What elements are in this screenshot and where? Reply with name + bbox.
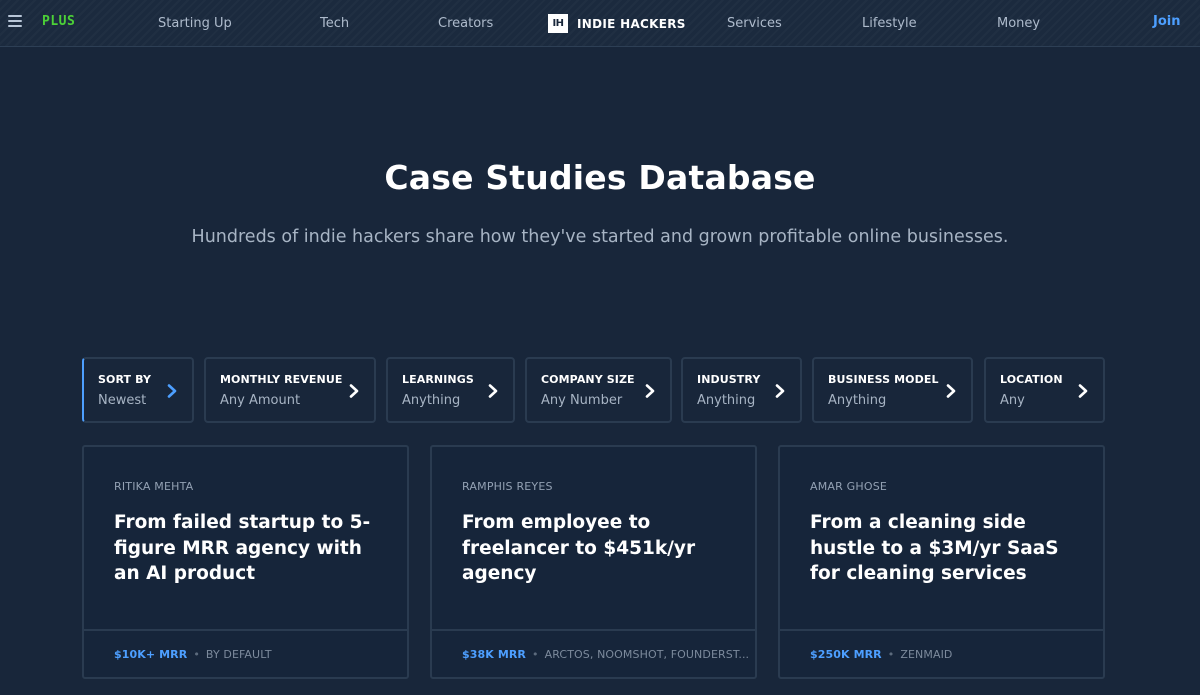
card-title[interactable]: From a cleaning side hustle to a $3M/yr … — [810, 510, 1085, 587]
card-title[interactable]: From employee to freelancer to $451k/yr … — [462, 510, 737, 587]
filter-label: LOCATION — [1000, 373, 1063, 386]
company-name[interactable]: BY DEFAULT — [206, 648, 272, 661]
filter-label: MONTHLY REVENUE — [220, 373, 343, 386]
card-author: RITIKA MEHTA — [114, 480, 194, 493]
filter-label: SORT BY — [98, 373, 152, 386]
filter-location[interactable]: LOCATION Any — [984, 357, 1105, 423]
filter-label: LEARNINGS — [402, 373, 474, 386]
filter-business-model[interactable]: BUSINESS MODEL Anything — [812, 357, 973, 423]
card-author: RAMPHIS REYES — [462, 480, 553, 493]
case-study-card[interactable]: AMAR GHOSE From a cleaning side hustle t… — [778, 445, 1105, 679]
chevron-right-icon — [775, 384, 785, 398]
filter-company-size[interactable]: COMPANY SIZE Any Number — [525, 357, 672, 423]
separator-dot: • — [193, 648, 200, 661]
separator-dot: • — [532, 648, 539, 661]
card-title[interactable]: From failed startup to 5-figure MRR agen… — [114, 510, 389, 587]
company-name[interactable]: ARCTOS, NOOMSHOT, FOUNDERST... — [545, 648, 750, 661]
top-navigation: PLUS Starting Up Tech Creators IH INDIE … — [0, 0, 1200, 47]
card-footer: $250K MRR • ZENMAID — [780, 629, 1103, 679]
filter-label: BUSINESS MODEL — [828, 373, 939, 386]
card-author: AMAR GHOSE — [810, 480, 888, 493]
indie-hackers-logo[interactable]: IH INDIE HACKERS — [548, 14, 686, 33]
hamburger-menu-icon[interactable] — [8, 15, 22, 28]
nav-link-lifestyle[interactable]: Lifestyle — [862, 16, 917, 31]
filter-value: Any Amount — [220, 393, 301, 408]
case-study-card[interactable]: RAMPHIS REYES From employee to freelance… — [430, 445, 757, 679]
nav-link-starting-up[interactable]: Starting Up — [158, 16, 232, 31]
mrr-badge: $10K+ MRR — [114, 648, 188, 661]
filter-sort-by[interactable]: SORT BY Newest — [82, 357, 194, 423]
brand-name: INDIE HACKERS — [577, 16, 686, 31]
nav-link-services[interactable]: Services — [727, 16, 782, 31]
card-footer: $38K MRR • ARCTOS, NOOMSHOT, FOUNDERST... — [432, 629, 755, 679]
mrr-badge: $38K MRR — [462, 648, 527, 661]
page-title: Case Studies Database — [384, 158, 816, 197]
chevron-right-icon — [167, 384, 177, 398]
company-name[interactable]: ZENMAID — [900, 648, 952, 661]
separator-dot: • — [887, 648, 895, 661]
filter-monthly-revenue[interactable]: MONTHLY REVENUE Any Amount — [204, 357, 376, 423]
case-study-card[interactable]: RITIKA MEHTA From failed startup to 5-fi… — [82, 445, 409, 679]
nav-link-tech[interactable]: Tech — [320, 16, 349, 31]
filter-value: Anything — [828, 393, 887, 408]
chevron-right-icon — [488, 384, 498, 398]
filter-value: Any Number — [541, 393, 623, 408]
chevron-right-icon — [645, 384, 655, 398]
nav-link-money[interactable]: Money — [997, 16, 1040, 31]
filter-label: INDUSTRY — [697, 373, 761, 386]
filter-value: Newest — [98, 393, 147, 408]
filter-value: Any — [1000, 393, 1025, 408]
nav-link-creators[interactable]: Creators — [438, 16, 493, 31]
plus-logo[interactable]: PLUS — [42, 14, 75, 29]
card-footer: $10K+ MRR • BY DEFAULT — [84, 629, 407, 679]
filter-value: Anything — [697, 393, 756, 408]
chevron-right-icon — [1078, 384, 1088, 398]
join-link[interactable]: Join — [1153, 14, 1180, 29]
chevron-right-icon — [349, 384, 359, 398]
filter-industry[interactable]: INDUSTRY Anything — [681, 357, 802, 423]
mrr-badge: $250K MRR — [810, 648, 882, 661]
chevron-right-icon — [946, 384, 956, 398]
filter-learnings[interactable]: LEARNINGS Anything — [386, 357, 515, 423]
filter-value: Anything — [402, 393, 461, 408]
filter-label: COMPANY SIZE — [541, 373, 635, 386]
page-subtitle: Hundreds of indie hackers share how they… — [191, 227, 1009, 247]
ih-logo-icon: IH — [548, 14, 568, 33]
